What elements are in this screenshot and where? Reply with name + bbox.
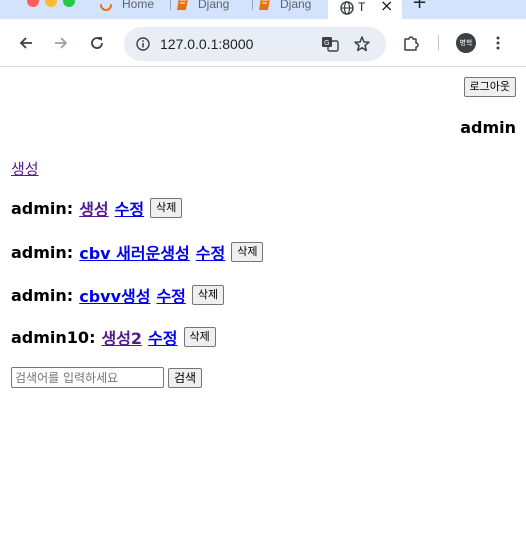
tab-separator	[170, 0, 171, 10]
edit-link[interactable]: 수정	[156, 283, 185, 307]
tab-separator	[252, 0, 253, 10]
post-author: admin:	[11, 285, 74, 305]
address-bar[interactable]: 127.0.0.1:8000 G	[124, 27, 386, 61]
toolbar-divider	[438, 35, 439, 51]
tab-home[interactable]: Home	[98, 0, 164, 16]
edit-link[interactable]: 수정	[115, 196, 144, 220]
post-item: admin: 생성 수정 삭제	[11, 196, 183, 220]
tab-active[interactable]: T ×	[328, 0, 402, 19]
extensions-icon[interactable]	[401, 33, 421, 53]
loading-spinner-icon	[100, 4, 112, 11]
tab-django-2[interactable]: Djang	[258, 0, 324, 16]
delete-button[interactable]: 삭제	[231, 242, 264, 262]
post-title-link[interactable]: cbv 새러운생성	[79, 240, 190, 264]
search-input[interactable]	[11, 367, 164, 388]
new-tab-button[interactable]: +	[412, 0, 427, 13]
post-author: admin:	[11, 198, 74, 218]
reload-icon[interactable]	[87, 33, 107, 53]
delete-button[interactable]: 삭제	[191, 285, 225, 305]
bookmark-star-icon[interactable]	[353, 35, 371, 53]
post-title-link[interactable]: 생성	[79, 196, 108, 220]
page-content: 로그아웃 admin 생성 admin: 생성 수정 삭제 admin: cbv…	[0, 68, 526, 534]
forward-icon[interactable]	[51, 33, 71, 53]
translate-icon[interactable]: G	[321, 35, 339, 53]
close-tab-icon[interactable]: ×	[380, 0, 393, 15]
create-post-link[interactable]: 생성	[11, 158, 39, 179]
post-author: admin10:	[11, 327, 96, 347]
post-item: admin: cbvv생성 수정 삭제	[11, 283, 225, 307]
post-title-link[interactable]: 생성2	[101, 325, 142, 349]
maximize-window-button[interactable]	[63, 0, 75, 7]
tab-strip: Home Djang Djang T × +	[0, 0, 526, 19]
browser-toolbar: 127.0.0.1:8000 G 병학	[0, 19, 526, 67]
delete-button[interactable]: 삭제	[150, 198, 183, 218]
tab-title: Djang	[280, 0, 312, 11]
tab-title: T	[358, 0, 366, 14]
minimize-window-button[interactable]	[45, 0, 57, 7]
post-title-link[interactable]: cbvv생성	[79, 283, 150, 307]
tab-title: Djang	[198, 0, 230, 11]
tab-title: Home	[122, 0, 155, 11]
search-form: 검색	[11, 367, 203, 388]
document-favicon-icon	[259, 0, 270, 10]
edit-link[interactable]: 수정	[196, 240, 225, 264]
close-window-button[interactable]	[27, 0, 39, 7]
site-info-icon[interactable]	[134, 35, 152, 53]
delete-button[interactable]: 삭제	[183, 327, 216, 347]
edit-link[interactable]: 수정	[148, 325, 177, 349]
search-button[interactable]: 검색	[168, 367, 203, 388]
logout-button[interactable]: 로그아웃	[463, 77, 516, 97]
document-favicon-icon	[177, 0, 188, 10]
back-icon[interactable]	[16, 33, 36, 53]
more-menu-icon[interactable]	[488, 33, 508, 53]
post-item: admin10: 생성2 수정 삭제	[11, 325, 216, 349]
profile-avatar[interactable]: 병학	[456, 33, 476, 53]
globe-icon	[340, 1, 354, 15]
tab-django-1[interactable]: Djang	[176, 0, 248, 16]
svg-text:G: G	[324, 39, 329, 47]
post-author: admin:	[11, 242, 74, 262]
post-item: admin: cbv 새러운생성 수정 삭제	[11, 240, 264, 264]
username-heading: admin	[460, 118, 516, 137]
url-text: 127.0.0.1:8000	[160, 36, 254, 52]
